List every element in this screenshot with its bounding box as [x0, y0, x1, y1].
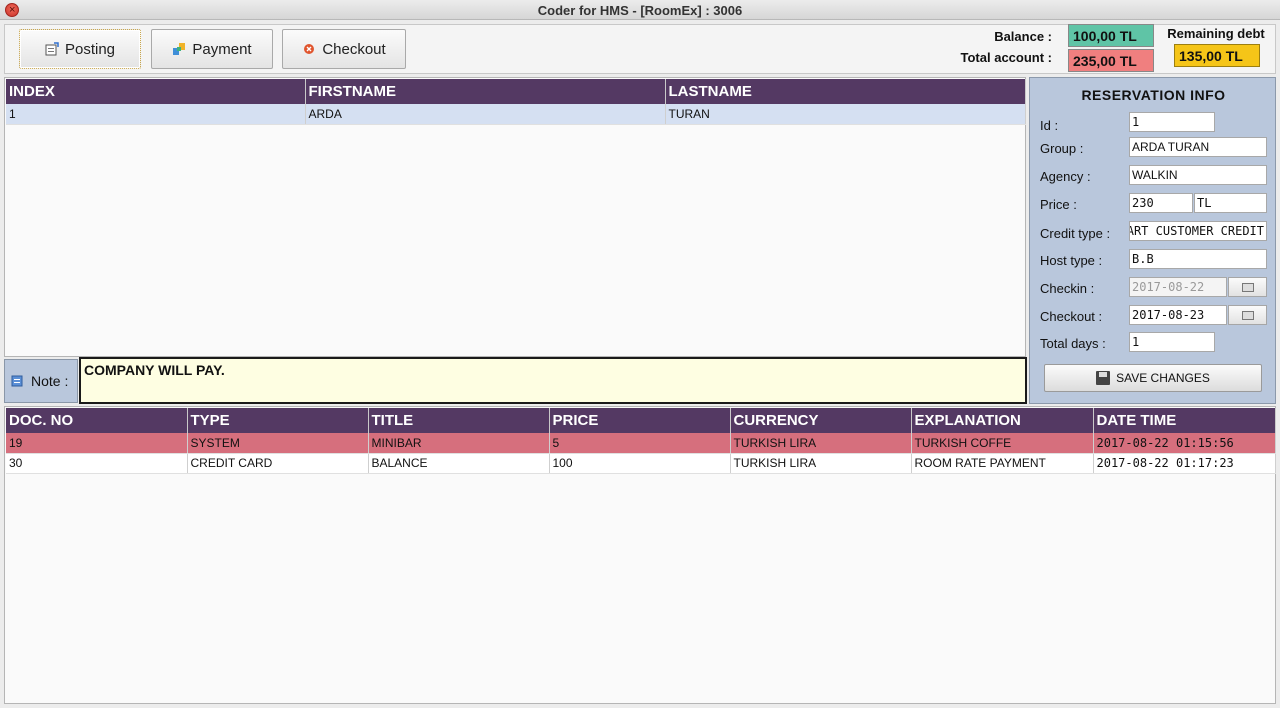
posting-label: Posting [64, 40, 116, 58]
calendar-icon [1242, 311, 1254, 320]
type-cell: SYSTEM [187, 433, 369, 454]
checkout-label: Checkout [322, 40, 386, 58]
group-label: Group : [1040, 141, 1084, 156]
remaining-debt-value: 135,00 TL [1174, 44, 1260, 67]
title-bar: × Coder for HMS - [RoomEx] : 3006 [0, 0, 1280, 20]
date-time-cell: 2017-08-22 01:15:56 [1093, 433, 1276, 454]
agency-field[interactable]: WALKIN [1129, 165, 1267, 185]
checkout-calendar-button[interactable] [1228, 305, 1267, 325]
total-days-field[interactable]: 1 [1129, 332, 1215, 352]
save-icon [1096, 371, 1111, 385]
type-cell: CREDIT CARD [187, 453, 369, 474]
document-row[interactable]: 19 SYSTEM MINIBAR 5 TURKISH LIRA TURKISH… [6, 433, 1276, 454]
price-field[interactable]: 230 [1129, 193, 1193, 213]
posting-button[interactable]: Posting [19, 29, 141, 69]
date-time-cell: 2017-08-22 01:17:23 [1093, 453, 1276, 474]
column-header-doc-no[interactable]: DOC. NO [6, 408, 188, 433]
column-header-currency[interactable]: CURRENCY [730, 408, 912, 433]
explanation-cell: TURKISH COFFE [911, 433, 1094, 454]
column-header-date-time[interactable]: DATE TIME [1093, 408, 1276, 433]
window-title: Coder for HMS - [RoomEx] : 3006 [537, 3, 743, 18]
documents-table-panel: DOC. NO TYPE TITLE PRICE CURRENCY EXPLAN… [4, 406, 1276, 704]
payment-label: Payment [192, 40, 252, 58]
guest-table-header: INDEX FIRSTNAME LASTNAME [6, 79, 1026, 104]
column-header-lastname[interactable]: LASTNAME [665, 79, 1026, 104]
group-field[interactable]: ARDA TURAN [1129, 137, 1267, 157]
reservation-info-panel: RESERVATION INFO Id : 1 Group : ARDA TUR… [1029, 77, 1276, 404]
document-row[interactable]: 30 CREDIT CARD BALANCE 100 TURKISH LIRA … [6, 453, 1276, 474]
column-header-price[interactable]: PRICE [549, 408, 731, 433]
note-label-box: Note : [4, 359, 78, 403]
id-label: Id : [1040, 118, 1059, 133]
title-cell: MINIBAR [368, 433, 550, 454]
agency-label: Agency : [1040, 169, 1091, 184]
credit-type-field[interactable]: ART CUSTOMER CREDIT [1129, 221, 1267, 241]
balance-value: 100,00 TL [1068, 24, 1154, 47]
doc-no-cell: 30 [6, 453, 188, 474]
note-textarea[interactable]: COMPANY WILL PAY. [79, 357, 1027, 404]
column-header-index[interactable]: INDEX [6, 79, 306, 104]
save-changes-button[interactable]: SAVE CHANGES [1044, 364, 1262, 392]
column-header-explanation[interactable]: EXPLANATION [911, 408, 1094, 433]
currency-cell: TURKISH LIRA [730, 453, 912, 474]
calendar-icon [1242, 283, 1254, 292]
checkout-button[interactable]: Checkout [282, 29, 406, 69]
documents-table-header: DOC. NO TYPE TITLE PRICE CURRENCY EXPLAN… [6, 408, 1276, 433]
total-account-label: Total account : [960, 50, 1052, 65]
payment-button[interactable]: Payment [151, 29, 273, 69]
credit-type-label: Credit type : [1040, 226, 1111, 241]
column-header-title[interactable]: TITLE [368, 408, 550, 433]
balance-label: Balance : [994, 29, 1052, 44]
column-header-firstname[interactable]: FIRSTNAME [305, 79, 666, 104]
title-cell: BALANCE [368, 453, 550, 474]
total-account-value: 235,00 TL [1068, 49, 1154, 72]
checkout-date-field[interactable]: 2017-08-23 [1129, 305, 1227, 325]
doc-no-cell: 19 [6, 433, 188, 454]
checkout-date-label: Checkout : [1040, 309, 1103, 324]
reservation-info-title: RESERVATION INFO [1081, 87, 1226, 103]
explanation-cell: ROOM RATE PAYMENT [911, 453, 1094, 474]
price-label: Price : [1040, 197, 1077, 212]
guest-firstname-cell: ARDA [305, 104, 666, 125]
documents-table: DOC. NO TYPE TITLE PRICE CURRENCY EXPLAN… [6, 408, 1276, 474]
price-cell: 5 [549, 433, 731, 454]
price-cell: 100 [549, 453, 731, 474]
guest-row[interactable]: 1 ARDA TURAN [6, 104, 1026, 125]
column-header-type[interactable]: TYPE [187, 408, 369, 433]
guest-index-cell: 1 [6, 104, 306, 125]
checkin-calendar-button [1228, 277, 1267, 297]
checkin-label: Checkin : [1040, 281, 1095, 296]
app-window: × Coder for HMS - [RoomEx] : 3006 Postin… [0, 0, 1280, 708]
total-days-label: Total days : [1040, 336, 1106, 351]
price-currency-field[interactable]: TL [1194, 193, 1267, 213]
host-type-label: Host type : [1040, 253, 1103, 268]
guest-table-panel: INDEX FIRSTNAME LASTNAME 1 ARDA TURAN [4, 77, 1026, 357]
posting-icon [45, 42, 59, 56]
note-label: Note : [31, 373, 69, 389]
host-type-field[interactable]: B.B [1129, 249, 1267, 269]
note-icon [11, 374, 25, 388]
checkout-icon [302, 42, 316, 56]
checkin-date-field: 2017-08-22 [1129, 277, 1227, 297]
remaining-debt-label: Remaining debt [1167, 26, 1265, 41]
id-field[interactable]: 1 [1129, 112, 1215, 132]
save-changes-label: SAVE CHANGES [1116, 371, 1210, 385]
guest-table: INDEX FIRSTNAME LASTNAME 1 ARDA TURAN [6, 79, 1026, 125]
payment-icon [172, 42, 186, 56]
currency-cell: TURKISH LIRA [730, 433, 912, 454]
guest-lastname-cell: TURAN [665, 104, 1026, 125]
